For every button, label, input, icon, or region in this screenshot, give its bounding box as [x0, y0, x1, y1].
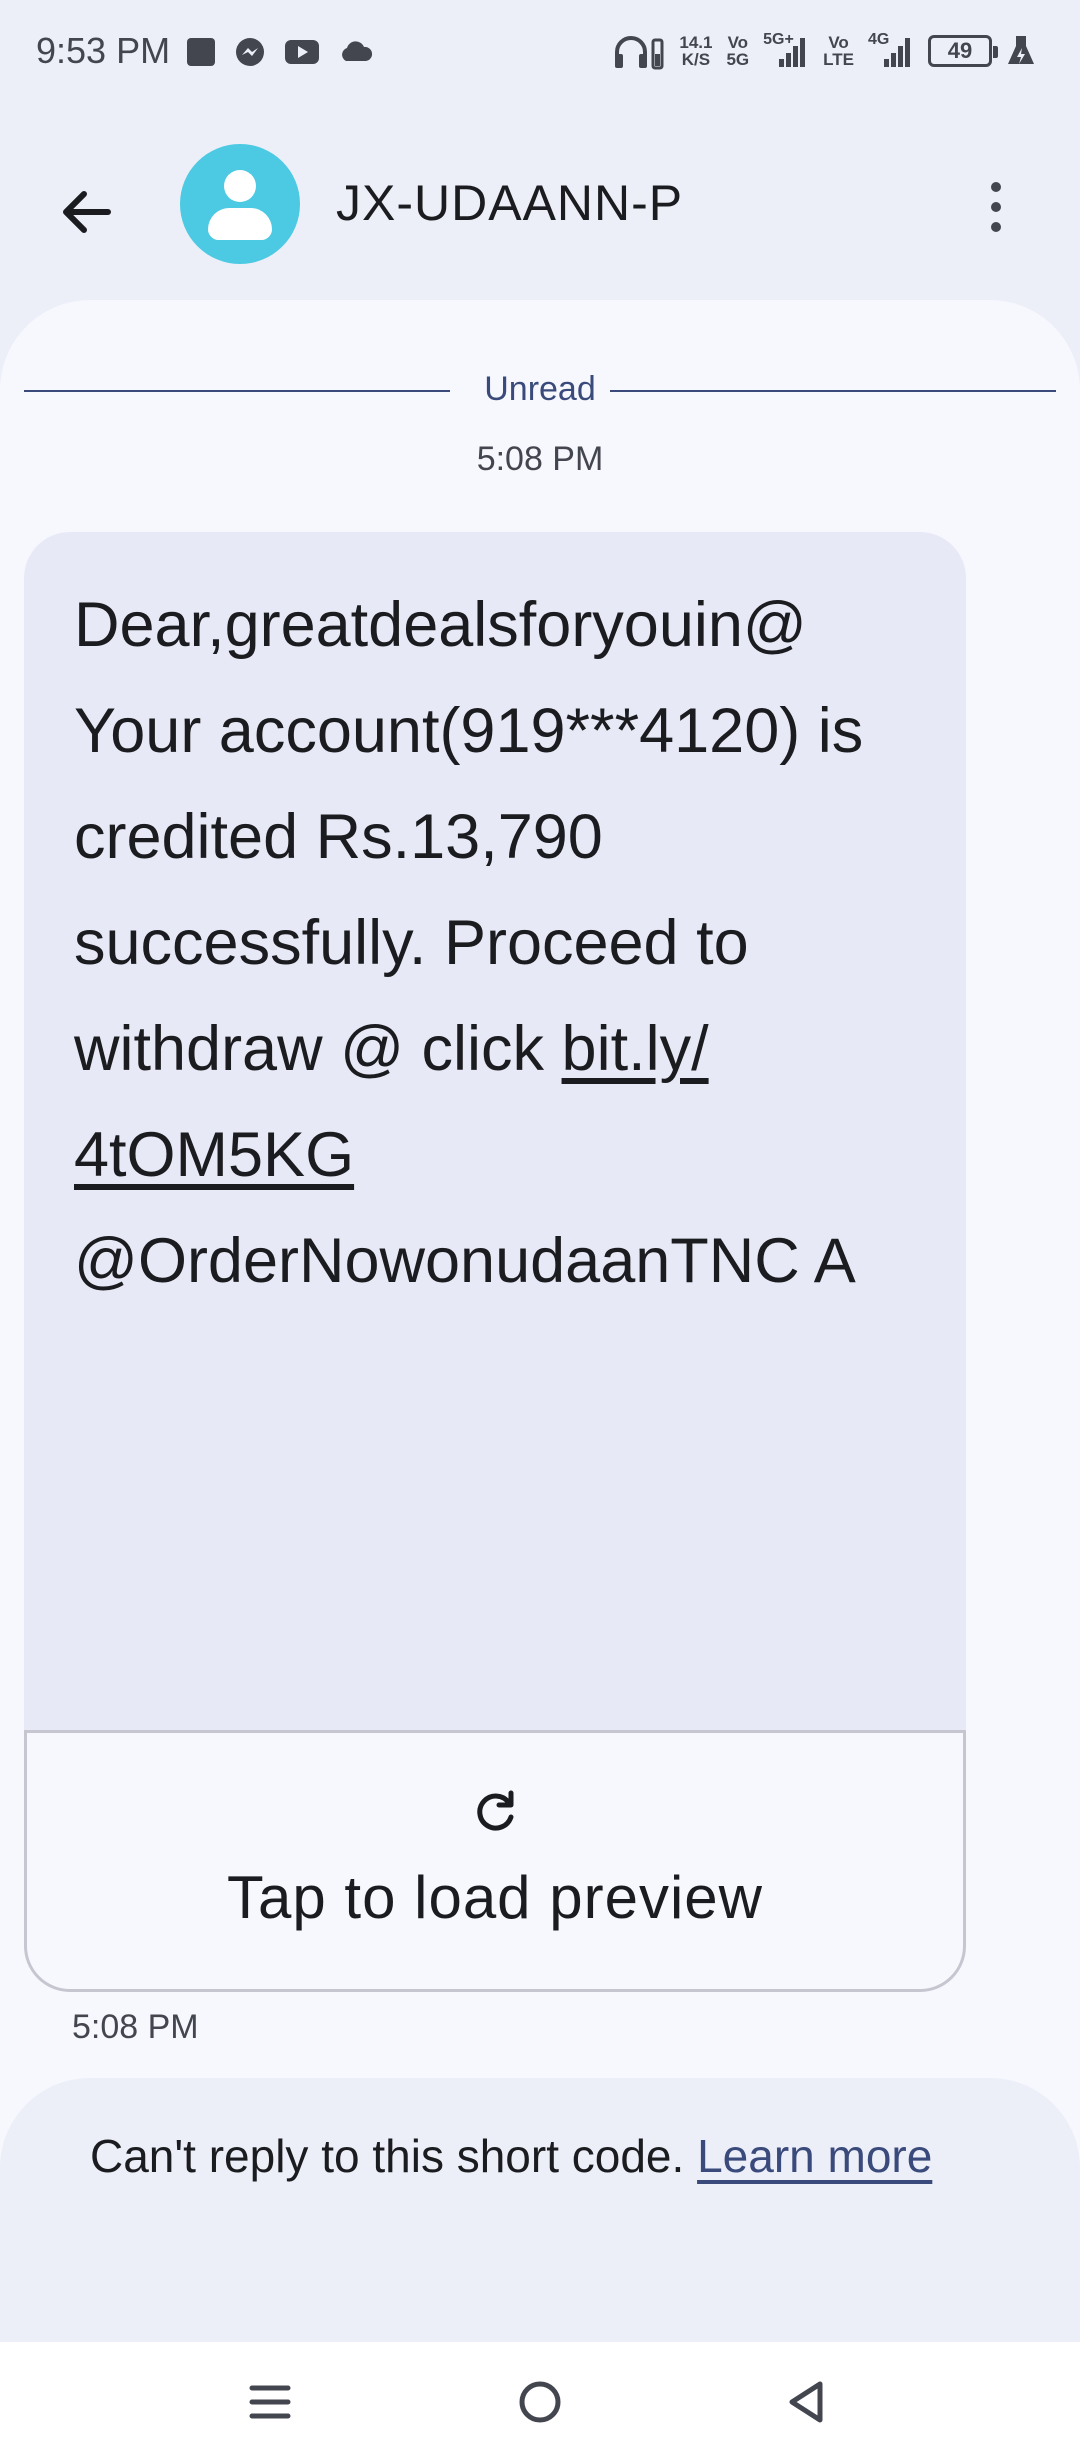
message-bubble[interactable]: Dear,greatdealsforyouin@ Your account(91…	[24, 532, 966, 1992]
battery-level: 49	[947, 38, 973, 63]
preview-label: Tap to load preview	[227, 1864, 763, 1931]
battery-saver-icon	[1008, 36, 1034, 64]
conversation-title[interactable]: JX-UDAANN-P	[336, 174, 683, 232]
learn-more-link[interactable]: Learn more	[697, 2130, 932, 2182]
notice-text: Can't reply to this short code.	[90, 2130, 698, 2182]
messenger-icon	[236, 38, 264, 66]
navigation-bar	[0, 2342, 1080, 2460]
message-timestamp: 5:08 PM	[72, 2008, 199, 2046]
gallery-icon	[187, 38, 215, 66]
headphones-icon	[615, 36, 664, 70]
sim1-volte-label: Vo 5G	[726, 33, 750, 69]
message-date-header: 5:08 PM	[476, 440, 604, 478]
sim2-volte-label: Vo LTE	[823, 33, 854, 69]
back-arrow-icon[interactable]	[50, 176, 122, 248]
back-nav-icon[interactable]	[778, 2372, 838, 2432]
app-bar: JX-UDAANN-P	[0, 120, 1080, 290]
reload-icon	[477, 1790, 514, 1831]
unread-label: Unread	[474, 370, 606, 408]
more-options-icon[interactable]	[970, 176, 1022, 246]
short-code-notice: Can't reply to this short code. Learn mo…	[0, 2078, 1080, 2348]
system-icons: 14.1 K/S Vo 5G 5G+ Vo LTE 4G 49	[613, 31, 1036, 70]
youtube-icon	[285, 40, 319, 64]
home-icon[interactable]	[510, 2372, 570, 2432]
unread-divider: Unread	[24, 370, 1056, 410]
recent-apps-icon[interactable]	[240, 2372, 300, 2432]
status-bar: 9:53 PM 14.1 K/S Vo 5G 5G+ Vo LTE 4G 49	[0, 0, 1080, 110]
sim2-signal-icon: 4G	[868, 31, 914, 69]
contact-avatar[interactable]	[180, 144, 300, 264]
battery-icon: 49	[928, 35, 998, 67]
network-speed: 14.1 K/S	[679, 33, 713, 69]
sim1-signal-icon: 5G+	[763, 31, 809, 69]
message-text: Dear,greatdealsforyouin@ Your account(91…	[24, 532, 966, 1732]
notification-icons	[186, 36, 374, 68]
cloud-icon	[342, 41, 373, 61]
link-preview-button[interactable]: Tap to load preview	[24, 1730, 966, 1992]
status-time: 9:53 PM	[36, 30, 171, 71]
